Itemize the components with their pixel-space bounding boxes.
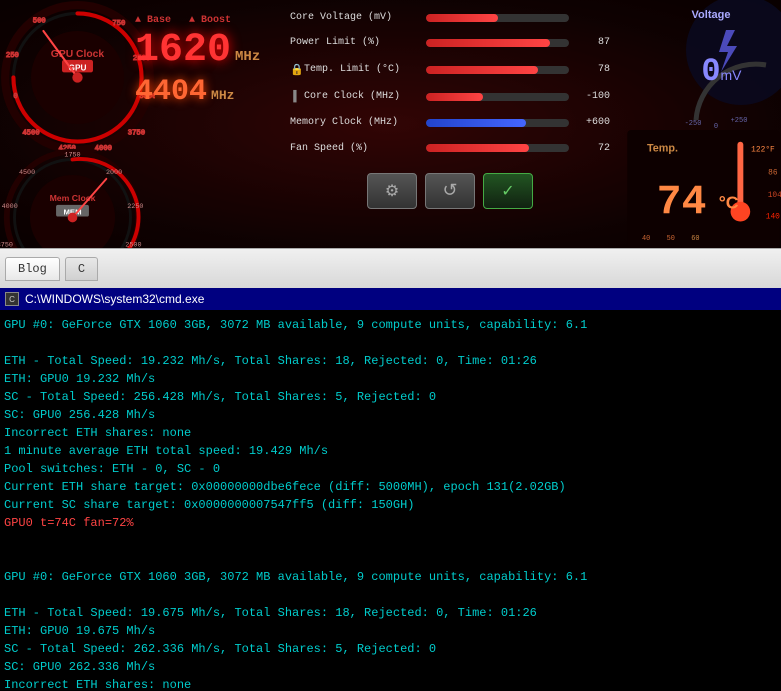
svg-text:Voltage: Voltage [692,9,731,21]
cmd-line: ETH: GPU0 19.675 Mh/s [4,622,777,640]
cmd-line: SC - Total Speed: 262.336 Mh/s, Total Sh… [4,640,777,658]
svg-text:0: 0 [13,93,17,101]
svg-text:Temp.: Temp. [647,143,678,155]
svg-text:250: 250 [6,52,19,60]
cmd-line: SC - Total Speed: 256.428 Mh/s, Total Sh… [4,388,777,406]
temp-gauge-display: 122°F 86 104 140 Temp. 74 °C 40 50 60 [626,130,781,248]
gpu-clock-gauge: 500 250 0 4500 4250 4000 3750 3000 2500 … [0,0,155,155]
voltage-gauge: Voltage 0 mV -250 0 +250 [621,0,781,130]
gpu-clock-value: 1620 [135,28,231,73]
bar-icon: ▐ [290,91,304,103]
cmd-line [4,586,777,604]
tab-c[interactable]: C [65,257,98,281]
cmd-line: GPU #0: GeForce GTX 1060 3GB, 3072 MB av… [4,568,777,586]
slider-temp-limit: 🔒 Temp. Limit (°C) 78 [290,63,610,77]
cmd-line: GPU #0: GeForce GTX 1060 3GB, 3072 MB av… [4,316,777,334]
cmd-line: ETH - Total Speed: 19.675 Mh/s, Total Sh… [4,604,777,622]
svg-text:500: 500 [33,18,46,26]
svg-text:40: 40 [642,235,650,243]
cmd-line: Incorrect ETH shares: none [4,676,777,691]
taskbar: Blog C [0,248,781,288]
lock-icon: 🔒 [290,63,304,77]
svg-text:50: 50 [667,235,675,243]
cmd-line: Current SC share target: 0x0000000007547… [4,496,777,514]
svg-text:0: 0 [714,123,718,130]
svg-text:+250: +250 [731,117,748,125]
cmd-line: SC: GPU0 256.428 Mh/s [4,406,777,424]
boost-label: ▲ Boost [189,15,231,26]
cmd-line: ETH: GPU0 19.232 Mh/s [4,370,777,388]
gpu-monitor: 500 250 0 4500 4250 4000 3750 3000 2500 … [0,0,781,248]
sliders-panel: Core Voltage (mV) Power Limit (%) 87 🔒 T… [280,0,620,218]
cmd-line: 1 minute average ETH total speed: 19.429… [4,442,777,460]
svg-text:104: 104 [768,191,781,200]
cmd-line: Pool switches: ETH - 0, SC - 0 [4,460,777,478]
cmd-line [4,334,777,352]
svg-text:60: 60 [691,235,699,243]
svg-text:4500: 4500 [22,129,39,137]
base-label: ▲ Base [135,15,171,26]
cmd-line [4,532,777,550]
cmd-title-bar: C C:\WINDOWS\system32\cmd.exe [0,288,781,310]
slider-fan-speed: Fan Speed (%) 72 [290,143,610,154]
slider-power-limit: Power Limit (%) 87 [290,37,610,48]
cmd-path: C:\WINDOWS\system32\cmd.exe [25,292,204,306]
cmd-line: Incorrect ETH shares: none [4,424,777,442]
cmd-window[interactable]: GPU #0: GeForce GTX 1060 3GB, 3072 MB av… [0,310,781,691]
svg-text:4000: 4000 [2,203,18,211]
svg-text:2000: 2000 [106,169,122,177]
svg-text:2500: 2500 [125,242,141,249]
cmd-line: Current ETH share target: 0x00000000dbe6… [4,478,777,496]
svg-text:°C: °C [719,193,739,213]
cmd-icon: C [5,292,19,306]
svg-text:mV: mV [721,67,743,83]
svg-text:3750: 3750 [0,242,13,249]
reset-button[interactable]: ↺ [425,173,475,209]
gpu-clock-display: ▲ Base ▲ Boost 1620 MHz 4404 MHz [135,15,260,109]
slider-core-clock: ▐ Core Clock (MHz) -100 [290,91,610,103]
gpu-sub-value: 4404 [135,75,207,109]
svg-text:750: 750 [112,20,125,28]
slider-core-voltage: Core Voltage (mV) [290,12,610,23]
svg-text:140: 140 [766,213,780,222]
mem-clock-gauge: 1750 2000 2250 2500 2750 3000 3250 3500 … [0,145,145,248]
tab-blog[interactable]: Blog [5,257,60,281]
cmd-line [4,550,777,568]
cmd-line: ETH - Total Speed: 19.232 Mh/s, Total Sh… [4,352,777,370]
svg-text:74: 74 [657,181,707,227]
svg-text:3750: 3750 [128,129,145,137]
svg-text:4500: 4500 [19,169,35,177]
gpu-clock-unit: MHz [235,49,260,65]
settings-button[interactable]: ⚙ [367,173,417,209]
svg-text:-250: -250 [685,120,702,128]
slider-memory-clock: Memory Clock (MHz) +600 [290,117,610,128]
apply-button[interactable]: ✓ [483,173,533,209]
svg-text:2250: 2250 [127,203,143,211]
svg-text:86: 86 [768,168,778,177]
cmd-line: GPU0 t=74C fan=72% [4,514,777,532]
svg-text:122°F: 122°F [751,146,775,155]
cmd-line: SC: GPU0 262.336 Mh/s [4,658,777,676]
svg-text:0: 0 [701,53,720,90]
svg-text:1750: 1750 [64,152,80,160]
gpu-sub-unit: MHz [211,88,234,103]
